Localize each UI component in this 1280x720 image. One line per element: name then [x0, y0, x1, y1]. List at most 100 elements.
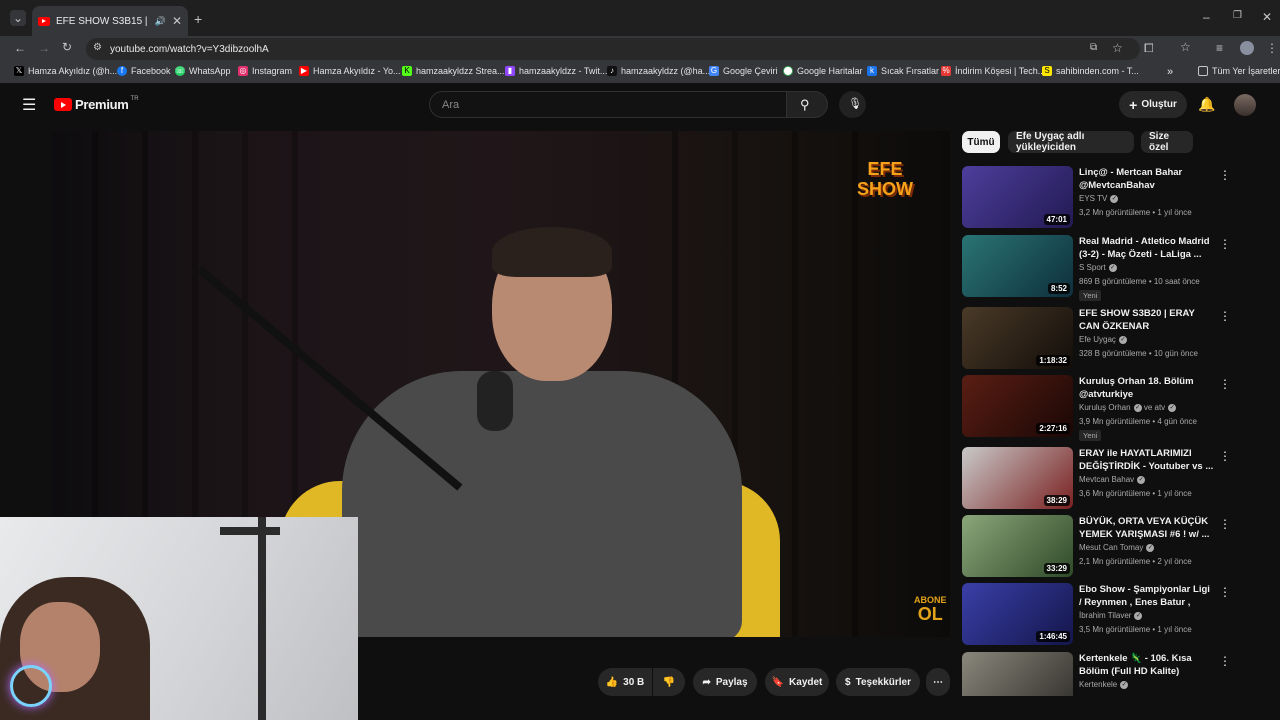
video-title[interactable]: BÜYÜK, ORTA VEYA KÜÇÜK YEMEK YARIŞMASI #…: [1079, 515, 1215, 541]
recommendation-item[interactable]: 1:46:45 Ebo Show - Şampiyonlar Ligi / Re…: [962, 583, 1252, 649]
channel-name[interactable]: Efe Uygaç ✓: [1079, 335, 1127, 344]
recommendation-item[interactable]: 33:29 BÜYÜK, ORTA VEYA KÜÇÜK YEMEK YARIŞ…: [962, 515, 1252, 581]
search-button[interactable]: ⚲: [786, 91, 828, 118]
install-app-icon[interactable]: ⧉: [1090, 42, 1097, 53]
abone-ol-watermark[interactable]: ABONE OL: [914, 596, 947, 624]
bookmark-item[interactable]: ▶ Hamza Akyıldız - Yo...: [299, 66, 401, 76]
video-title[interactable]: Kuruluş Orhan 18. Bölüm @atvturkiye: [1079, 375, 1215, 401]
bookmark-item[interactable]: 𝕏 Hamza Akyıldız (@h...: [14, 66, 117, 76]
bookmark-item[interactable]: % İndirim Köşesi | Tech...: [941, 66, 1045, 76]
recommendation-item[interactable]: 8:52 Real Madrid - Atletico Madrid (3-2)…: [962, 235, 1252, 301]
channel-name[interactable]: Mevtcan Bahav ✓: [1079, 475, 1146, 484]
channel-label: Kertenkele: [1079, 680, 1118, 689]
more-options-icon[interactable]: ⋮: [1219, 517, 1231, 531]
channel-name[interactable]: Kuruluş Orhan ✓ ve atv ✓: [1079, 403, 1177, 412]
forward-icon[interactable]: →: [38, 41, 50, 55]
more-options-icon[interactable]: ⋮: [1219, 309, 1231, 323]
video-title[interactable]: Kertenkele 🦎 - 106. Kısa Bölüm (Full HD …: [1079, 652, 1215, 678]
menu-kebab-icon[interactable]: ⋮: [1266, 41, 1278, 55]
bookmark-item[interactable]: G Google Çeviri: [709, 66, 778, 76]
channel-name[interactable]: EYS TV ✓: [1079, 194, 1119, 203]
youtube-header: ☰ Premium TR Ara ⚲ 🎙 + Oluştur 🔔: [0, 86, 1280, 124]
bookmark-item[interactable]: ⬤ Google Haritalar: [783, 66, 863, 76]
recommendation-item[interactable]: 2:27:16 Kuruluş Orhan 18. Bölüm @atvturk…: [962, 375, 1252, 441]
all-bookmarks-folder[interactable]: Tüm Yer İşaretleri: [1198, 66, 1280, 76]
video-thumbnail[interactable]: 1:46:45: [962, 583, 1073, 645]
more-bookmarks-icon[interactable]: »: [1167, 66, 1173, 78]
bookmark-item[interactable]: ☏ WhatsApp: [175, 66, 231, 76]
chip-for-you[interactable]: Size özel: [1141, 131, 1193, 153]
dislike-button[interactable]: 👎: [653, 668, 685, 696]
more-options-icon[interactable]: ⋮: [1219, 449, 1231, 463]
bookmark-item[interactable]: k Sıcak Fırsatlar: [867, 66, 939, 76]
bookmark-item[interactable]: Ssahibinden.com - T...: [1042, 66, 1139, 76]
new-tab-icon[interactable]: +: [194, 11, 202, 27]
video-thumbnail[interactable]: 2:27:16: [962, 375, 1073, 437]
reload-icon[interactable]: ↻: [62, 40, 72, 54]
hamburger-menu-icon[interactable]: ☰: [22, 95, 36, 115]
bookmark-item[interactable]: ◎ Instagram: [238, 66, 292, 76]
thanks-button[interactable]: $ Teşekkürler: [836, 668, 920, 696]
more-options-icon[interactable]: ⋮: [1219, 168, 1231, 182]
bookmark-label: Sıcak Fırsatlar: [881, 66, 940, 76]
more-options-icon[interactable]: ⋮: [1219, 585, 1231, 599]
notifications-bell-icon[interactable]: 🔔: [1198, 96, 1215, 113]
search-input[interactable]: Ara: [429, 91, 787, 118]
bookmark-star-icon[interactable]: ☆: [1112, 41, 1123, 55]
video-title[interactable]: Linç@ - Mertcan Bahar @MevtcanBahav: [1079, 166, 1215, 192]
restore-icon[interactable]: ❐: [1233, 10, 1242, 21]
create-button[interactable]: + Oluştur: [1119, 91, 1187, 118]
more-options-icon[interactable]: ⋮: [1219, 654, 1231, 668]
more-actions-button[interactable]: ⋯: [926, 668, 950, 696]
video-thumbnail[interactable]: [962, 652, 1073, 696]
recommendation-item[interactable]: 47:01 Linç@ - Mertcan Bahar @MevtcanBaha…: [962, 166, 1252, 232]
more-options-icon[interactable]: ⋮: [1219, 237, 1231, 251]
close-tab-icon[interactable]: ✕: [172, 14, 182, 28]
video-thumbnail[interactable]: 1:18:32: [962, 307, 1073, 369]
channel-name[interactable]: Mesut Can Tomay ✓: [1079, 543, 1155, 552]
share-button[interactable]: ➦ Paylaş: [693, 668, 757, 696]
chip-all[interactable]: Tümü: [962, 131, 1000, 153]
video-title[interactable]: EFE SHOW S3B20 | ERAY CAN ÖZKENAR: [1079, 307, 1215, 333]
media-control-icon[interactable]: ≡: [1216, 41, 1223, 55]
video-title[interactable]: Real Madrid - Atletico Madrid (3-2) - Ma…: [1079, 235, 1215, 261]
browser-tab-active[interactable]: EFE SHOW S3B15 | MERTCA 🔊 ✕: [32, 6, 188, 36]
video-title[interactable]: ERAY ile HAYATLARIMIZI DEĞİŞTİRDİK - You…: [1079, 447, 1215, 473]
profile-avatar[interactable]: [1240, 41, 1254, 55]
bookmark-label: İndirim Köşesi | Tech...: [955, 66, 1046, 76]
youtube-premium-logo[interactable]: Premium TR: [54, 96, 139, 112]
audio-icon[interactable]: 🔊: [155, 16, 166, 27]
back-icon[interactable]: ←: [14, 41, 26, 55]
channel-name[interactable]: S Sport ✓: [1079, 263, 1117, 272]
account-avatar[interactable]: [1234, 94, 1256, 116]
translate-icon: G: [709, 66, 719, 76]
channel-name[interactable]: Kertenkele ✓: [1079, 680, 1129, 689]
voice-search-button[interactable]: 🎙: [839, 91, 866, 118]
video-thumbnail[interactable]: 33:29: [962, 515, 1073, 577]
like-button[interactable]: 👍 30 B: [598, 668, 652, 696]
chip-from-uploader[interactable]: Efe Uygaç adlı yükleyiciden: [1008, 131, 1134, 153]
bookmark-item[interactable]: ♪ hamzaakyldzz (@ha...: [607, 66, 710, 76]
recommendation-item[interactable]: Kertenkele 🦎 - 106. Kısa Bölüm (Full HD …: [962, 652, 1252, 696]
close-window-icon[interactable]: ✕: [1262, 10, 1272, 24]
recommendation-item[interactable]: 1:18:32 EFE SHOW S3B20 | ERAY CAN ÖZKENA…: [962, 307, 1252, 373]
recommendation-item[interactable]: 38:29 ERAY ile HAYATLARIMIZI DEĞİŞTİRDİK…: [962, 447, 1252, 513]
more-options-icon[interactable]: ⋮: [1219, 377, 1231, 391]
tab-search-icon[interactable]: ⌄: [10, 10, 26, 26]
extensions-icon[interactable]: ⧠: [1144, 41, 1154, 56]
video-thumbnail[interactable]: 38:29: [962, 447, 1073, 509]
video-thumbnail[interactable]: 47:01: [962, 166, 1073, 228]
bookmark-item[interactable]: Khamzaakyldzz Strea...: [402, 66, 505, 76]
video-title[interactable]: Ebo Show - Şampiyonlar Ligi / Reynmen , …: [1079, 583, 1215, 609]
bookmark-item[interactable]: f Facebook: [117, 66, 171, 76]
bookmarks-icon[interactable]: ☆: [1180, 40, 1191, 54]
bookmark-item[interactable]: ▮ hamzaakyldzz - Twit...: [505, 66, 607, 76]
address-field[interactable]: ⚙ youtube.com/watch?v=Y3dibzoolhA ⧉ ☆: [86, 38, 1140, 60]
channel-name[interactable]: İbrahim Tilaver ✓: [1079, 611, 1143, 620]
minimize-icon[interactable]: –: [1203, 10, 1210, 24]
verified-icon: ✓: [1120, 680, 1129, 689]
page-scrollbar[interactable]: [1270, 124, 1278, 714]
save-button[interactable]: 🔖 Kaydet: [765, 668, 829, 696]
site-info-icon[interactable]: ⚙: [93, 42, 102, 53]
video-thumbnail[interactable]: 8:52: [962, 235, 1073, 297]
